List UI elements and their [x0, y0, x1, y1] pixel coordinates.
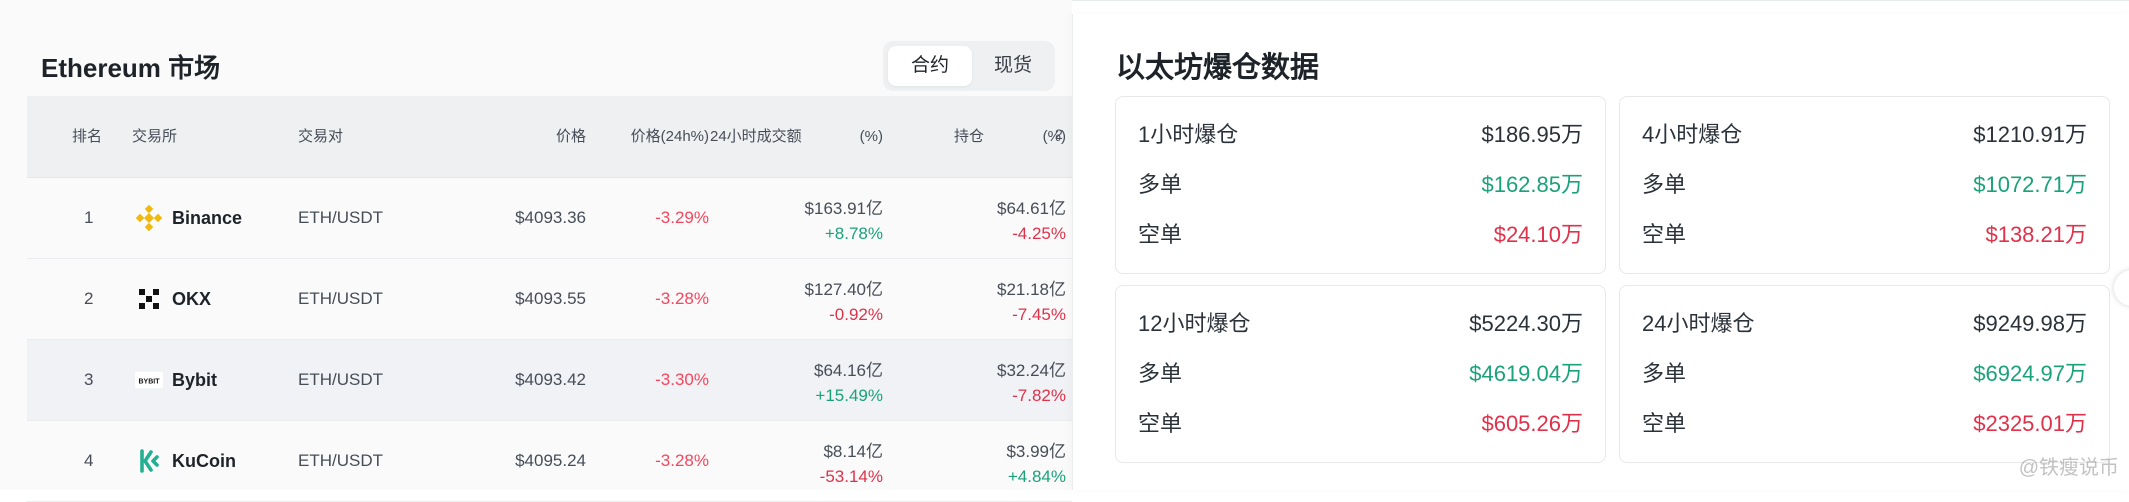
- volume: $8.14亿: [823, 442, 883, 461]
- clipped-column-header: 2: [1055, 126, 1063, 142]
- short-label: 空单: [1138, 411, 1183, 436]
- price-change: -3.29%: [655, 208, 709, 227]
- table-row[interactable]: 3 BYBIT Bybit ETH/USDT $4093.42 -3.30% $…: [27, 340, 1072, 421]
- long-label: 多单: [1642, 172, 1687, 197]
- exchange-name: KuCoin: [172, 450, 236, 471]
- price: $4095.24: [515, 451, 586, 470]
- long-value: $6924.97万: [1973, 361, 2087, 386]
- short-value: $2325.01万: [1973, 411, 2087, 436]
- liquidation-card-12h: 12小时爆仓 $5224.30万 多单 $4619.04万 空单 $605.26万: [1115, 285, 1606, 463]
- period-total: $186.95万: [1481, 122, 1583, 147]
- period-label: 4小时爆仓: [1642, 122, 1743, 147]
- volume-change: -53.14%: [819, 467, 883, 486]
- liquidation-panel: 以太坊爆仓数据 1小时爆仓 $186.95万 多单 $162.85万 空单 $24.1…: [1072, 14, 2129, 490]
- header-rank[interactable]: 排名: [72, 96, 102, 177]
- price-change: -3.28%: [655, 451, 709, 470]
- volume: $127.40亿: [804, 280, 883, 299]
- rank: 1: [84, 208, 94, 227]
- long-label: 多单: [1138, 172, 1183, 197]
- volume-change: +8.78%: [824, 224, 883, 243]
- kucoin-logo-icon: [135, 447, 163, 475]
- open-interest-change: -7.45%: [1012, 305, 1066, 324]
- open-interest: $32.24亿: [997, 361, 1066, 380]
- pair: ETH/USDT: [298, 370, 383, 389]
- binance-logo-icon: [135, 204, 163, 232]
- header-change[interactable]: 价格(24h%): [631, 96, 709, 177]
- period-total: $1210.91万: [1973, 122, 2087, 147]
- long-label: 多单: [1138, 361, 1183, 386]
- open-interest-change: -4.25%: [1012, 224, 1066, 243]
- exchange-cell[interactable]: KuCoin: [135, 421, 236, 501]
- open-interest: $21.18亿: [997, 280, 1066, 299]
- volume: $163.91亿: [804, 199, 883, 218]
- exchange-name: Binance: [172, 207, 243, 228]
- bybit-logo-icon: BYBIT: [135, 366, 163, 394]
- bybit-logo-text: BYBIT: [139, 378, 161, 385]
- liquidation-title: 以太坊爆仓数据: [1116, 52, 1320, 84]
- market-title: Ethereum 市场: [41, 53, 221, 83]
- price-change: -3.30%: [655, 370, 709, 389]
- header-oi[interactable]: 持仓: [954, 96, 984, 177]
- volume: $64.16亿: [814, 361, 883, 380]
- header-exchange[interactable]: 交易所: [132, 96, 177, 177]
- period-label: 1小时爆仓: [1138, 122, 1239, 147]
- open-interest: $64.61亿: [997, 199, 1066, 218]
- price: $4093.36: [515, 208, 586, 227]
- period-label: 24小时爆仓: [1642, 311, 1755, 336]
- tab-contract[interactable]: 合约: [888, 46, 972, 86]
- market-panel: Ethereum 市场 合约 现货 排名 交易所 交易对 价格 价格(24h%)…: [0, 0, 1072, 502]
- rank: 4: [84, 451, 94, 470]
- market-type-toggle: 合约 现货: [883, 41, 1055, 91]
- header-volume[interactable]: 24小时成交额: [710, 96, 802, 177]
- liquidation-card-1h: 1小时爆仓 $186.95万 多单 $162.85万 空单 $24.10万: [1115, 96, 1606, 274]
- table-row[interactable]: 1 Binance ETH/USDT $4093.36 -3.29% $163.…: [27, 178, 1072, 259]
- open-interest-change: -7.82%: [1012, 386, 1066, 405]
- short-label: 空单: [1642, 411, 1687, 436]
- exchange-name: OKX: [172, 288, 212, 309]
- tab-spot[interactable]: 现货: [976, 46, 1050, 86]
- short-label: 空单: [1642, 222, 1687, 247]
- period-total: $5224.30万: [1469, 311, 1583, 336]
- open-interest-change: +4.84%: [1007, 467, 1066, 486]
- short-label: 空单: [1138, 222, 1183, 247]
- period-label: 12小时爆仓: [1138, 311, 1251, 336]
- exchange-name: Bybit: [172, 369, 217, 390]
- long-value: $4619.04万: [1469, 361, 1583, 386]
- volume-change: -0.92%: [829, 305, 883, 324]
- watermark: @铁瘦说币: [2018, 457, 2119, 479]
- price: $4093.55: [515, 289, 586, 308]
- liquidation-card-24h: 24小时爆仓 $9249.98万 多单 $6924.97万 空单 $2325.01万: [1619, 285, 2110, 463]
- price-change: -3.28%: [655, 289, 709, 308]
- pair: ETH/USDT: [298, 289, 383, 308]
- short-value: $605.26万: [1481, 411, 1583, 436]
- table-header: 排名 交易所 交易对 价格 价格(24h%) 24小时成交额 (%) 持仓 (%…: [27, 96, 1072, 178]
- short-value: $138.21万: [1985, 222, 2087, 247]
- pair: ETH/USDT: [298, 451, 383, 470]
- open-interest: $3.99亿: [1006, 442, 1066, 461]
- pair: ETH/USDT: [298, 208, 383, 227]
- rank: 3: [84, 370, 94, 389]
- exchange-cell[interactable]: BYBIT Bybit: [135, 340, 217, 420]
- liquidation-card-4h: 4小时爆仓 $1210.91万 多单 $1072.71万 空单 $138.21万: [1619, 96, 2110, 274]
- exchange-cell[interactable]: Binance: [135, 178, 242, 258]
- table-row[interactable]: 2 OKX ETH/USDT $4093.55 -3.28% $127.40亿 …: [27, 259, 1072, 340]
- header-price[interactable]: 价格: [556, 96, 586, 177]
- short-value: $24.10万: [1493, 222, 1583, 247]
- long-label: 多单: [1642, 361, 1687, 386]
- header-pair[interactable]: 交易对: [298, 96, 343, 177]
- rank: 2: [84, 289, 94, 308]
- period-total: $9249.98万: [1973, 311, 2087, 336]
- price: $4093.42: [515, 370, 586, 389]
- exchange-cell[interactable]: OKX: [135, 259, 211, 339]
- okx-logo-icon: [135, 285, 163, 313]
- volume-change: +15.49%: [815, 386, 883, 405]
- long-value: $162.85万: [1481, 172, 1583, 197]
- long-value: $1072.71万: [1973, 172, 2087, 197]
- market-table: 排名 交易所 交易对 价格 价格(24h%) 24小时成交额 (%) 持仓 (%…: [27, 96, 1072, 502]
- header-volume-pct[interactable]: (%): [860, 96, 883, 177]
